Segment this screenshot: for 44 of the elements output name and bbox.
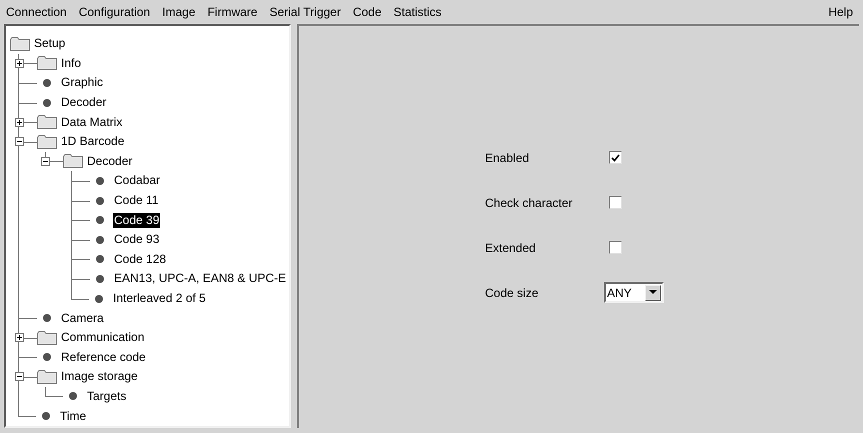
expand-toggle[interactable] — [15, 118, 24, 127]
menu-item[interactable]: Help — [828, 3, 853, 21]
tree-item[interactable]: Data Matrix — [60, 114, 124, 130]
collapse-toggle[interactable] — [15, 137, 24, 146]
checkbox[interactable] — [609, 241, 622, 254]
tree-item[interactable]: Setup — [33, 36, 66, 52]
tree-item[interactable]: Image storage — [60, 369, 139, 384]
setting-label: Extended — [485, 240, 537, 256]
tree-item[interactable]: Decoder — [86, 154, 134, 169]
tree-item[interactable]: Code 128 — [113, 252, 168, 267]
menu-item[interactable]: Image — [162, 3, 196, 21]
setting-label: Code size — [485, 284, 540, 302]
tree-item[interactable]: Code 93 — [113, 232, 160, 248]
tree-item[interactable]: Interleaved 2 of 5 — [112, 291, 207, 306]
collapse-toggle[interactable] — [41, 156, 50, 166]
setting-label: Enabled — [485, 150, 530, 166]
tree-item[interactable]: Reference code — [60, 350, 147, 365]
menu-item[interactable]: Firmware — [207, 3, 258, 21]
menu-item[interactable]: Serial Trigger — [269, 3, 341, 21]
tree-item[interactable]: Codabar — [113, 173, 162, 188]
tree-item[interactable]: Targets — [86, 388, 128, 404]
tree-item[interactable]: EAN13, UPC-A, EAN8 & UPC-E — [113, 271, 288, 286]
tree-item[interactable]: Camera — [60, 310, 105, 326]
menu-item[interactable]: Statistics — [394, 3, 442, 21]
checkbox[interactable] — [609, 151, 622, 164]
tree-item[interactable]: Graphic — [60, 75, 104, 90]
setting-label: Check character — [485, 194, 574, 212]
collapse-toggle[interactable] — [15, 372, 24, 382]
tree-item[interactable]: Decoder — [60, 95, 108, 110]
folder-icon — [10, 36, 30, 51]
tree-item[interactable]: Code 11 — [113, 193, 160, 208]
tree-item[interactable]: 1D Barcode — [60, 134, 126, 150]
menu-item[interactable]: Configuration — [78, 3, 150, 21]
menu-item[interactable]: Code — [352, 3, 382, 21]
tree-item[interactable]: Time — [59, 408, 88, 424]
tree-item[interactable]: Communication — [60, 330, 146, 346]
checkbox[interactable] — [609, 196, 622, 209]
menu-item[interactable]: Connection — [6, 3, 67, 21]
expand-toggle[interactable] — [15, 333, 24, 342]
tree-item[interactable]: Info — [60, 56, 82, 71]
expand-toggle[interactable] — [15, 58, 24, 68]
tree-item[interactable]: Code 39 — [113, 212, 160, 228]
code-size-dropdown[interactable]: ANY — [604, 282, 664, 303]
checkmark-icon — [611, 154, 620, 162]
